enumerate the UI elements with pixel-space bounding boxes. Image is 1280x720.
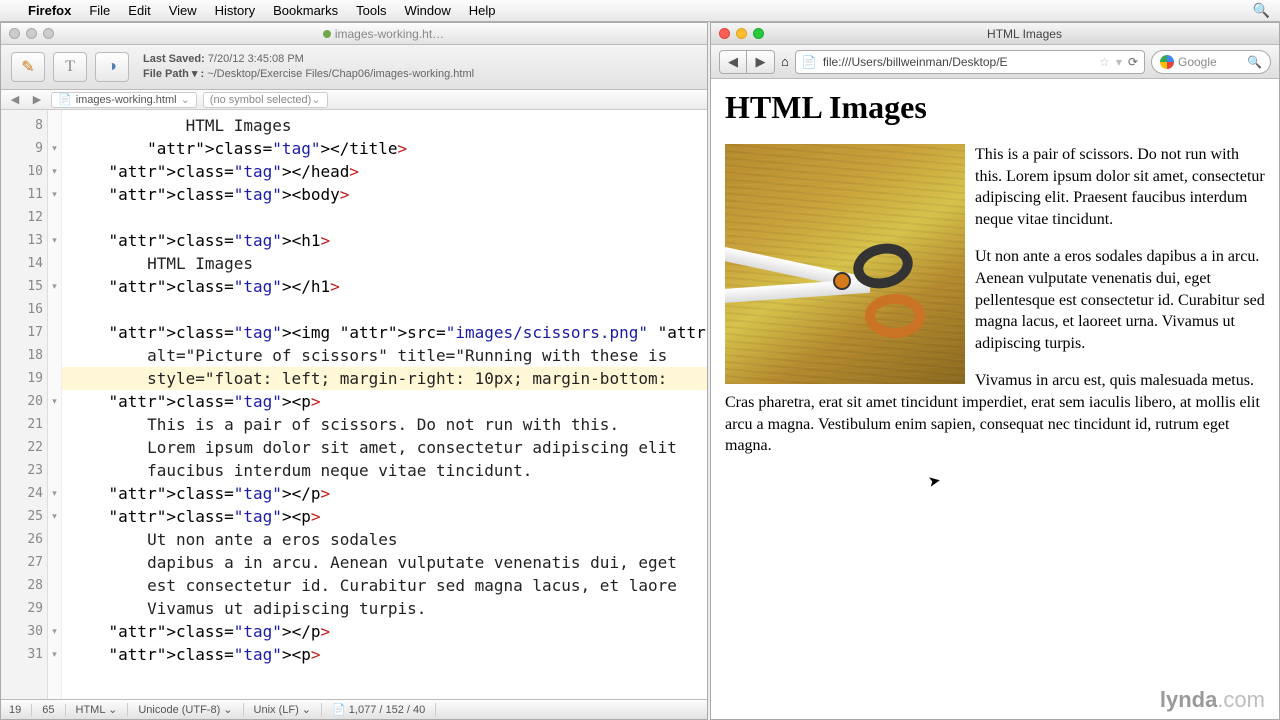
editor-tab-title: images-working.ht… [335,27,444,41]
document-status-icon [323,30,331,38]
browser-traffic-lights[interactable] [719,28,764,39]
status-col: 65 [42,704,65,716]
close-icon[interactable] [9,28,20,39]
code-area[interactable]: 8910111213141516171819202122232425262728… [1,110,707,699]
menu-view[interactable]: View [169,3,197,18]
search-placeholder: Google [1178,55,1217,69]
menu-tools[interactable]: Tools [356,3,386,18]
forward-button[interactable]: ▶ [747,50,775,74]
zoom-icon[interactable] [753,28,764,39]
edit-tool-button[interactable]: ✎ [11,52,45,82]
close-icon[interactable] [719,28,730,39]
url-text[interactable]: file:///Users/billweinman/Desktop/E [823,55,1093,69]
symbol-dropdown[interactable]: (no symbol selected) ⌄ [203,92,328,108]
menu-window[interactable]: Window [405,3,451,18]
menu-file[interactable]: File [89,3,110,18]
menubar-app[interactable]: Firefox [28,3,71,18]
line-gutter: 8910111213141516171819202122232425262728… [1,110,48,699]
editor-statusbar: 19 65 HTML ⌄ Unicode (UTF-8) ⌄ Unix (LF)… [1,699,707,719]
page-icon: 📄 [802,55,817,69]
google-icon [1160,55,1174,69]
status-lineend[interactable]: Unix (LF) ⌄ [254,703,323,716]
back-button[interactable]: ◀ [719,50,747,74]
watermark: lynda.com [1160,687,1265,713]
browser-window: HTML Images ◀ ▶ ⌂ 📄 file:///Users/billwe… [710,22,1280,720]
editor-window: images-working.ht… ✎ T ◑ Last Saved: 7/2… [0,22,708,720]
minimize-icon[interactable] [26,28,37,39]
mac-menubar: Firefox File Edit View History Bookmarks… [0,0,1280,22]
address-bar[interactable]: 📄 file:///Users/billweinman/Desktop/E ☆ … [795,50,1145,74]
editor-navbar: ◀ ▶ 📄 images-working.html ⌄ (no symbol s… [1,90,707,110]
editor-titlebar[interactable]: images-working.ht… [1,23,707,45]
page-heading: HTML Images [725,89,1265,126]
menu-bookmarks[interactable]: Bookmarks [273,3,338,18]
browser-toolbar: ◀ ▶ ⌂ 📄 file:///Users/billweinman/Deskto… [711,45,1279,79]
nav-back-button[interactable]: ◀ [7,93,23,106]
file-info: Last Saved: 7/20/12 3:45:08 PM File Path… [143,52,474,83]
zoom-icon[interactable] [43,28,54,39]
editor-toolbar: ✎ T ◑ Last Saved: 7/20/12 3:45:08 PM Fil… [1,45,707,90]
browser-window-title: HTML Images [770,27,1279,41]
file-dropdown[interactable]: 📄 images-working.html ⌄ [51,92,197,108]
text-tool-button[interactable]: T [53,52,87,82]
browser-content[interactable]: HTML Images This is a pair of scissors. … [711,79,1279,719]
bookmark-icon[interactable]: ☆ [1099,55,1110,69]
preview-tool-button[interactable]: ◑ [95,52,129,82]
menu-help[interactable]: Help [469,3,496,18]
status-lang[interactable]: HTML ⌄ [76,703,129,716]
search-box[interactable]: Google 🔍 [1151,50,1271,74]
status-counts: 📄 1,077 / 152 / 40 [332,703,436,716]
status-encoding[interactable]: Unicode (UTF-8) ⌄ [138,703,243,716]
reload-button[interactable]: ⟳ [1128,55,1138,69]
browser-titlebar[interactable]: HTML Images [711,23,1279,45]
fold-column[interactable]: ▾▾▾▾▾▾▾▾▾▾ [48,110,62,699]
search-icon[interactable]: 🔍 [1247,55,1262,69]
menu-edit[interactable]: Edit [128,3,150,18]
home-button[interactable]: ⌂ [781,54,789,69]
status-line: 19 [9,704,32,716]
editor-traffic-lights[interactable] [9,28,54,39]
scissors-image [725,144,965,384]
minimize-icon[interactable] [736,28,747,39]
menu-history[interactable]: History [215,3,255,18]
nav-forward-button[interactable]: ▶ [29,93,45,106]
code-text[interactable]: HTML Images "attr">class="tag"></title> … [62,110,707,699]
spotlight-icon[interactable]: 🔍 [1253,2,1270,19]
